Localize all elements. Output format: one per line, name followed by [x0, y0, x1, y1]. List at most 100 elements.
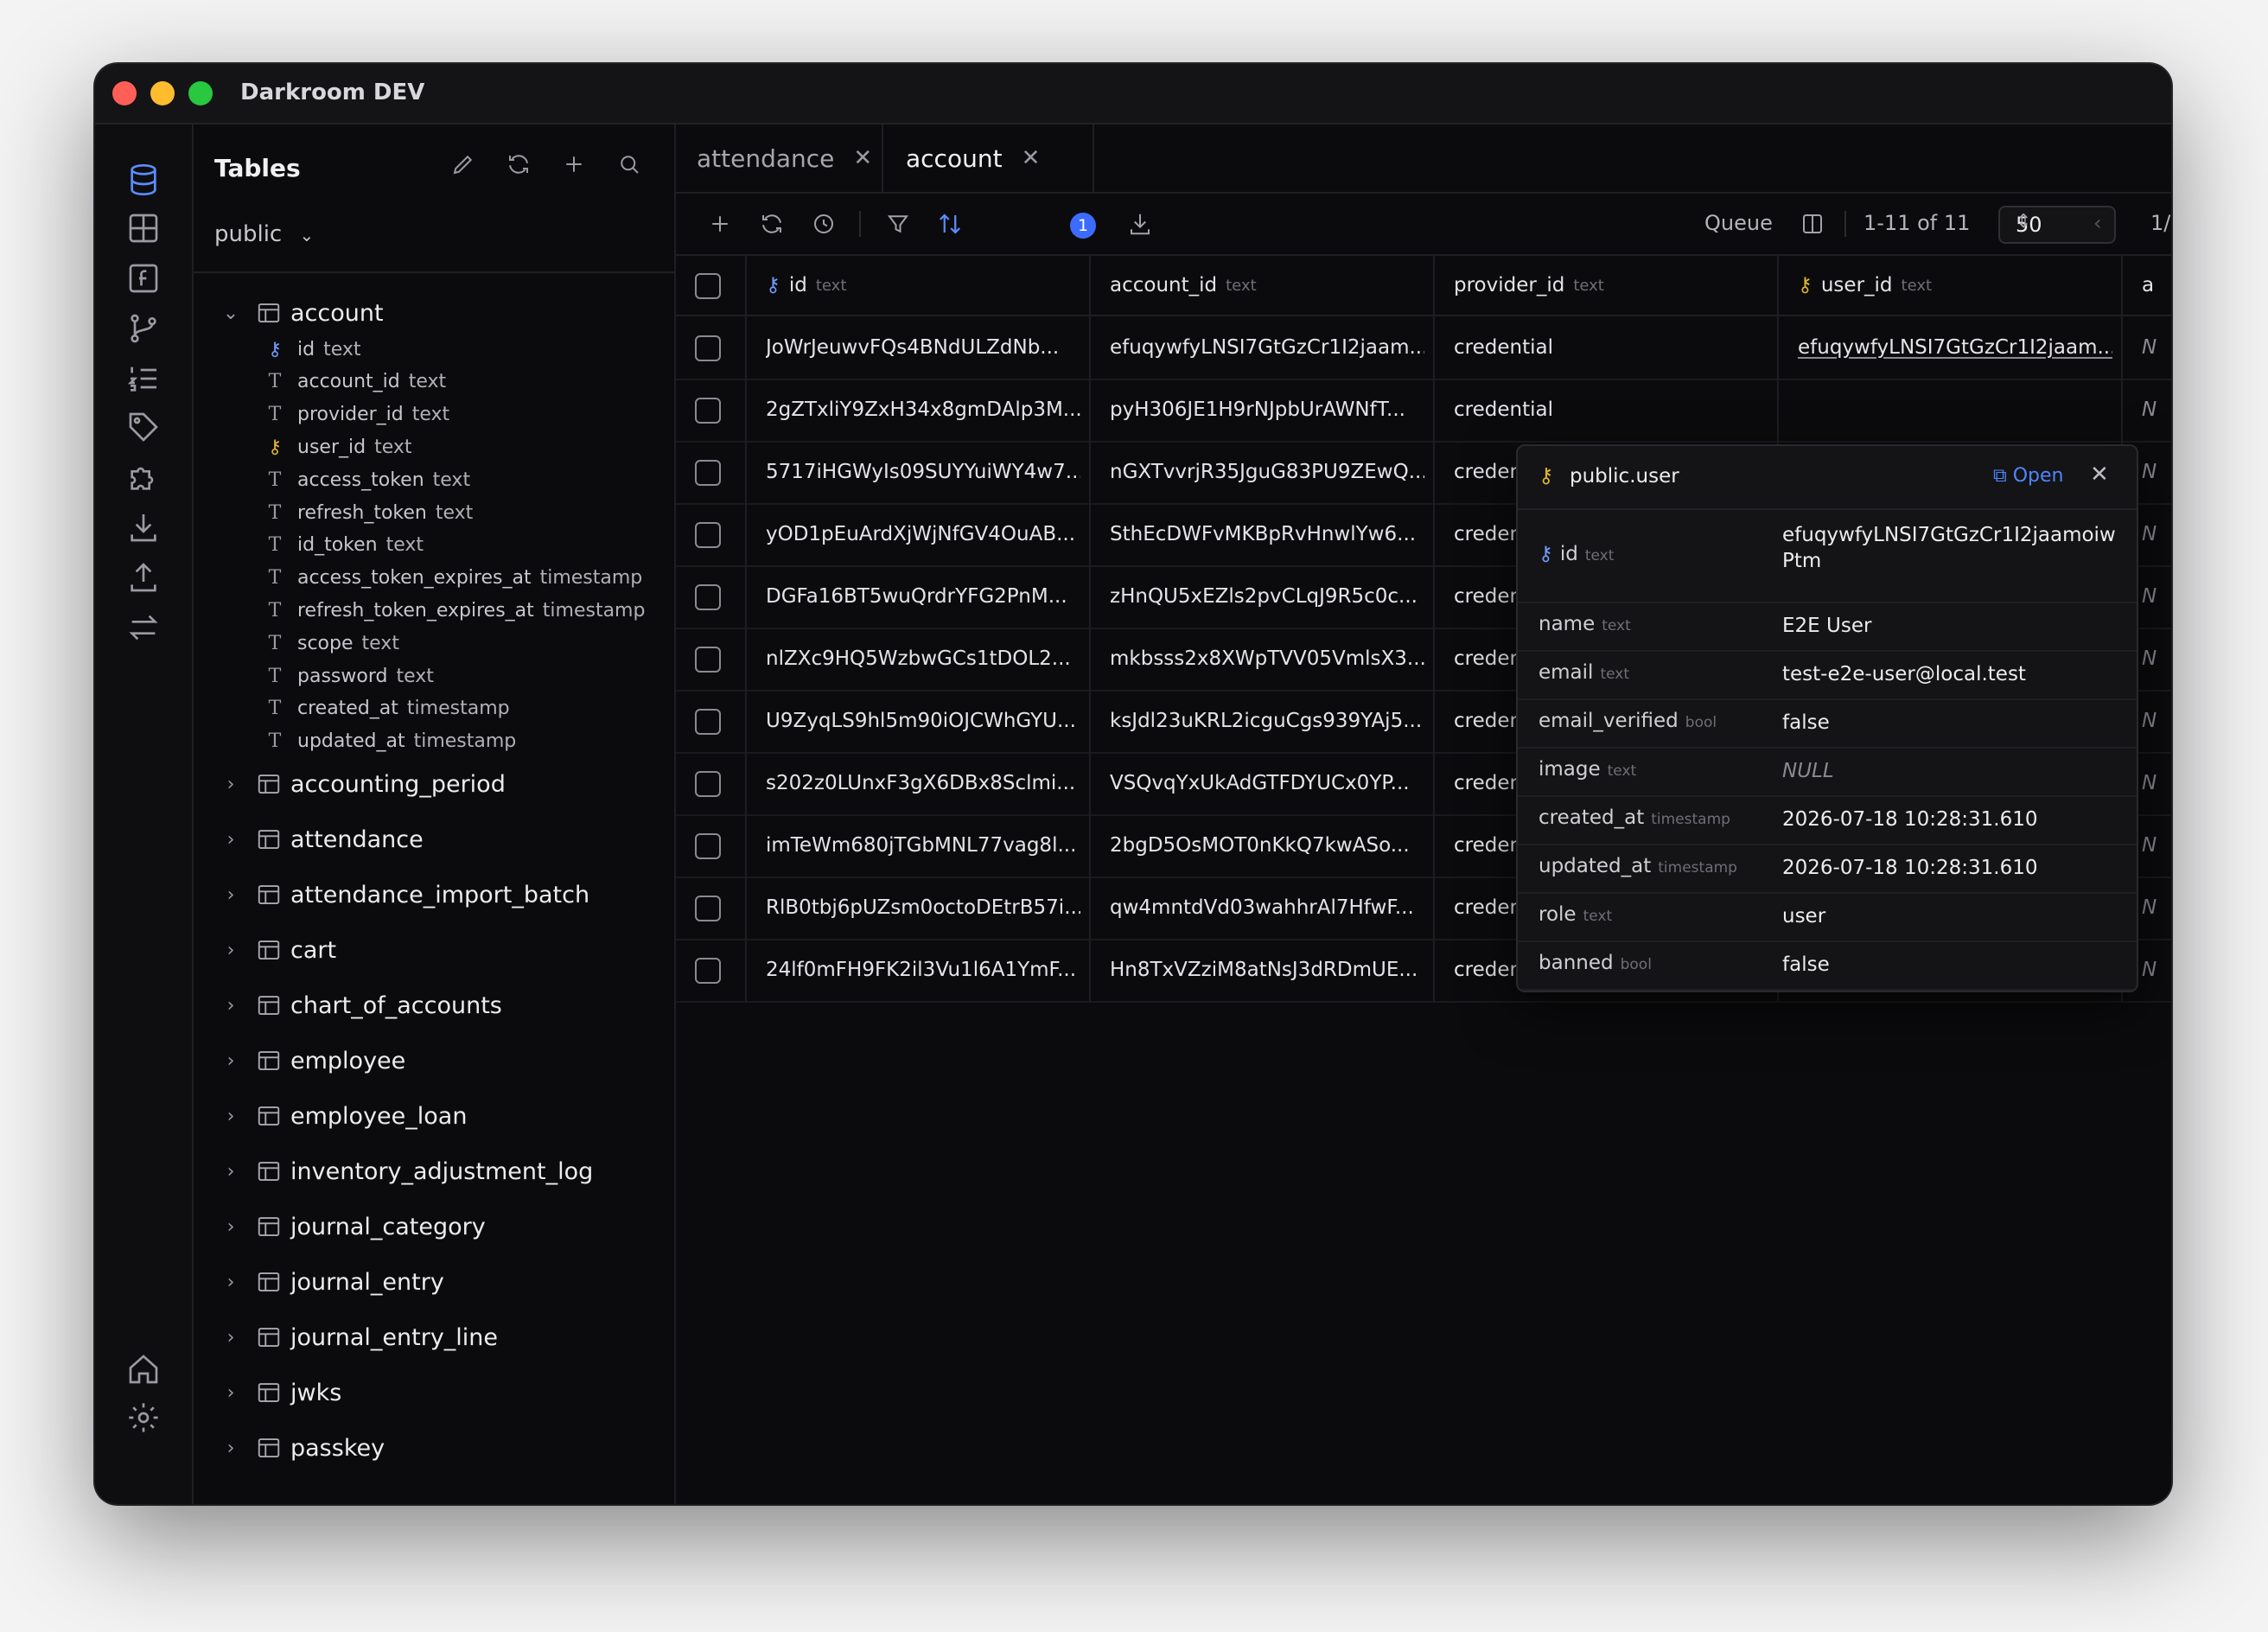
cell-extra[interactable]: N	[2142, 752, 2163, 814]
chevron-right-icon[interactable]: ›	[218, 1382, 244, 1404]
cell-account-id[interactable]: pyH306JE1H9rNJpbUrAWNfT...	[1110, 379, 1424, 441]
close-icon[interactable]: ✕	[853, 145, 872, 171]
puzzle-icon[interactable]	[123, 456, 164, 498]
sidebar-item-employee[interactable]: › employee	[194, 1040, 406, 1081]
cell-extra[interactable]: N	[2142, 441, 2163, 503]
plus-icon[interactable]	[558, 149, 589, 180]
function-icon[interactable]	[123, 258, 164, 299]
column-item[interactable]: Trefresh_token text	[263, 497, 474, 528]
sidebar-item-account[interactable]: ⌄ account	[194, 292, 384, 334]
cell-extra[interactable]: N	[2142, 628, 2163, 690]
sidebar-item-chart-of-accounts[interactable]: › chart_of_accounts	[194, 985, 502, 1026]
cell-extra[interactable]: N	[2142, 565, 2163, 628]
cell-extra[interactable]: N	[2142, 316, 2163, 379]
cell-account-id[interactable]: Hn8TxVZziM8atNsJ3dRDmUE...	[1110, 939, 1424, 1001]
column-item[interactable]: ⚷ id text	[263, 334, 361, 365]
cell-account-id[interactable]: efuqywfyLNSI7GtGzCr1I2jaam...	[1110, 316, 1424, 379]
chevron-right-icon[interactable]: ›	[218, 774, 244, 795]
cell-account-id[interactable]: nGXTvvrjR35JguG83PU9ZEwQ...	[1110, 441, 1424, 503]
download-icon[interactable]	[123, 507, 164, 548]
maximize-window-button[interactable]	[188, 81, 213, 105]
cell-account-id[interactable]: SthEcDWFvMKBpRvHnwlYw6...	[1110, 503, 1424, 565]
field-value[interactable]: test-e2e-user@local.test	[1782, 661, 2125, 687]
chevron-down-icon[interactable]: ⌄	[218, 303, 244, 324]
refresh-icon[interactable]	[755, 207, 788, 240]
cell-account-id[interactable]: VSQvqYxUkAdGTFDYUCx0YP...	[1110, 752, 1424, 814]
sidebar-item-cart[interactable]: › cart	[194, 929, 336, 971]
cell-id[interactable]: U9ZyqLS9hl5m90iOJCWhGYU...	[766, 690, 1080, 752]
column-item[interactable]: Tscope text	[263, 628, 399, 659]
field-value[interactable]: efuqywfyLNSI7GtGzCr1I2jaamoiwPtm	[1782, 522, 2125, 574]
cell-account-id[interactable]: zHnQU5xEZls2pvCLqJ9R5c0c...	[1110, 565, 1424, 628]
cell-id[interactable]: RlB0tbj6pUZsm0octoDEtrB57i...	[766, 877, 1080, 939]
sidebar-item-attendance[interactable]: › attendance	[194, 819, 424, 860]
close-icon[interactable]: ✕	[1022, 145, 1041, 171]
chevron-left-icon[interactable]: ‹	[2093, 211, 2102, 235]
field-value[interactable]: NULL	[1782, 758, 2125, 784]
filter-icon[interactable]	[882, 207, 914, 240]
cell-id[interactable]: s202z0LUnxF3gX6DBx8Sclmi...	[766, 752, 1080, 814]
close-window-button[interactable]	[112, 81, 137, 105]
row-checkbox[interactable]	[695, 460, 721, 486]
chevron-right-icon[interactable]: ›	[218, 1106, 244, 1127]
column-header-id[interactable]: ⚷ id text	[766, 256, 1080, 315]
select-all-checkbox[interactable]	[695, 273, 721, 299]
sidebar-item-accounting-period[interactable]: › accounting_period	[194, 763, 506, 805]
chevron-right-icon[interactable]: ›	[218, 1216, 244, 1238]
grid-icon[interactable]	[123, 207, 164, 249]
column-header-user-id[interactable]: ⚷ user_id text	[1798, 256, 2112, 315]
cell-id[interactable]: 24lf0mFH9FK2il3Vu1l6A1YmF...	[766, 939, 1080, 1001]
column-item[interactable]: ⚷ user_id text	[263, 431, 412, 462]
column-item[interactable]: Tid_token text	[263, 530, 424, 561]
refresh-icon[interactable]	[503, 149, 534, 180]
home-icon[interactable]	[123, 1348, 164, 1390]
chevron-right-icon[interactable]: ›	[218, 1438, 244, 1459]
gear-icon[interactable]	[123, 1397, 164, 1438]
swap-icon[interactable]	[123, 607, 164, 648]
cell-account-id[interactable]: ksJdl23uKRL2icguCgs939YAj5...	[1110, 690, 1424, 752]
table-row[interactable]: 2gZTxliY9ZxH34x8gmDAlp3M... pyH306JE1H9rN…	[676, 379, 2171, 443]
column-item[interactable]: Tupdated_at timestamp	[263, 726, 517, 757]
row-checkbox[interactable]	[695, 958, 721, 984]
table-row[interactable]: JoWrJeuwvFQs4BNdULZdNb... efuqywfyLNSI7Gt…	[676, 316, 2171, 380]
field-value[interactable]: false	[1782, 710, 2125, 736]
cell-account-id[interactable]: qw4mntdVd03wahhrAl7HfwF...	[1110, 877, 1424, 939]
cell-extra[interactable]: N	[2142, 877, 2163, 939]
cell-user-id[interactable]: efuqywfyLNSI7GtGzCr1I2jaam...	[1798, 316, 2112, 379]
row-checkbox[interactable]	[695, 833, 721, 859]
chevron-right-icon[interactable]: ›	[218, 1327, 244, 1348]
row-checkbox[interactable]	[695, 522, 721, 548]
minimize-window-button[interactable]	[150, 81, 175, 105]
cell-user-id[interactable]	[1798, 379, 2112, 441]
pencil-icon[interactable]	[448, 149, 479, 180]
row-checkbox[interactable]	[695, 335, 721, 361]
column-header-a[interactable]: a	[2142, 256, 2163, 315]
row-checkbox[interactable]	[695, 896, 721, 921]
field-value[interactable]: false	[1782, 952, 2125, 978]
cell-provider-id[interactable]: credential	[1454, 379, 1768, 441]
open-record-button[interactable]: ⧉ Open	[1993, 465, 2063, 487]
cell-id[interactable]: yOD1pEuArdXjWjNfGV4OuAB...	[766, 503, 1080, 565]
cell-extra[interactable]: N	[2142, 503, 2163, 565]
chevron-right-icon[interactable]: ›	[218, 940, 244, 961]
cell-extra[interactable]: N	[2142, 814, 2163, 877]
add-row-icon[interactable]	[704, 207, 736, 240]
cell-id[interactable]: 2gZTxliY9ZxH34x8gmDAlp3M...	[766, 379, 1080, 441]
row-checkbox[interactable]	[695, 647, 721, 673]
row-checkbox[interactable]	[695, 398, 721, 424]
cell-id[interactable]: JoWrJeuwvFQs4BNdULZdNb...	[766, 316, 1080, 379]
column-header-provider-id[interactable]: provider_id text	[1454, 256, 1768, 315]
database-icon[interactable]	[123, 159, 164, 201]
field-value[interactable]: 2026-07-18 10:28:31.610	[1782, 855, 2125, 881]
field-value[interactable]: user	[1782, 903, 2125, 929]
sidebar-item-journal-entry[interactable]: › journal_entry	[194, 1261, 444, 1303]
chevron-right-icon[interactable]: ›	[218, 884, 244, 906]
cell-provider-id[interactable]: credential	[1454, 316, 1768, 379]
sidebar-item-attendance-import-batch[interactable]: › attendance_import_batch	[194, 874, 589, 915]
cell-extra[interactable]: N	[2142, 379, 2163, 441]
cell-id[interactable]: 5717iHGWyIs09SUYYuiWY4w7...	[766, 441, 1080, 503]
branch-icon[interactable]	[123, 308, 164, 349]
download-icon[interactable]	[1124, 207, 1156, 240]
cell-extra[interactable]: N	[2142, 939, 2163, 1001]
column-item[interactable]: Trefresh_token_expires_at timestamp	[263, 595, 646, 626]
